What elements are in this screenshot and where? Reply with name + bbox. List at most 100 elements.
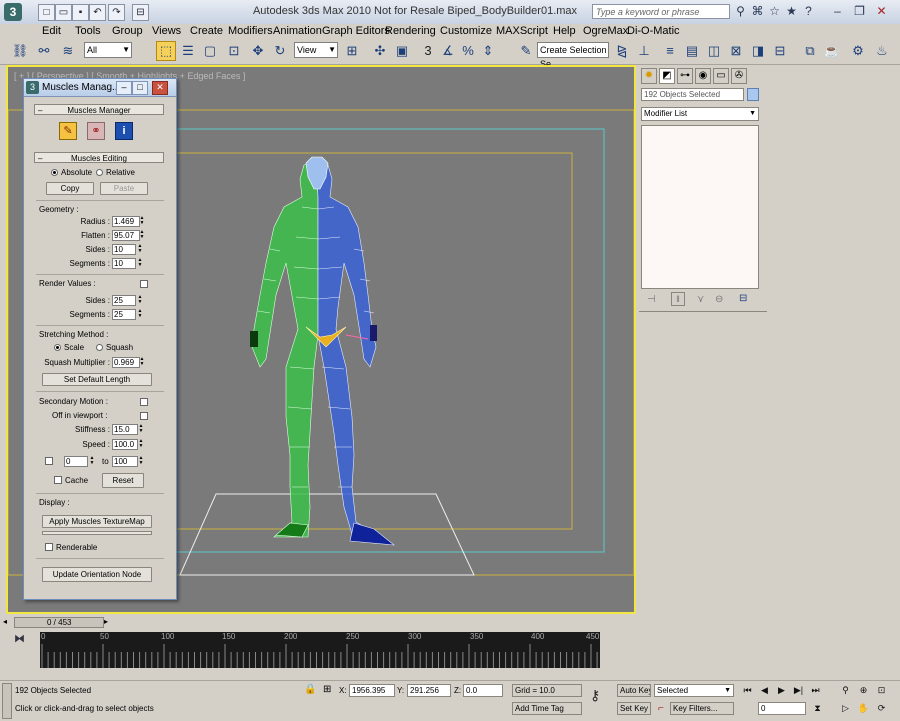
configure-modifier-sets-icon[interactable]: ⊟: [739, 293, 747, 304]
render-segments-spinner[interactable]: 25: [112, 309, 136, 320]
time-slider[interactable]: 0 / 453: [14, 617, 104, 628]
auto-key-button[interactable]: Auto Key: [617, 684, 651, 697]
project-folder-icon[interactable]: ⊟: [132, 4, 149, 21]
remove-modifier-icon[interactable]: ⊖: [715, 294, 723, 305]
menu-ogremax[interactable]: OgreMax: [583, 25, 628, 37]
render-sides-spinner[interactable]: 25: [112, 295, 136, 306]
zoom-extents-icon[interactable]: ⊡: [874, 684, 889, 697]
stiffness-spinner[interactable]: 15.0: [112, 424, 138, 435]
curve-editor-icon[interactable]: ◫: [704, 41, 724, 61]
modifier-stack-list[interactable]: [641, 125, 759, 289]
select-and-rotate-icon[interactable]: ↻: [270, 41, 290, 61]
new-file-icon[interactable]: □: [38, 4, 55, 21]
frame-range-checkbox[interactable]: [45, 457, 53, 465]
sides-spinner[interactable]: 10: [112, 244, 136, 255]
menu-rendering[interactable]: Rendering: [385, 25, 436, 37]
x-coordinate-field[interactable]: 1956.395: [349, 684, 395, 697]
spinner-snap-icon[interactable]: ⇕: [478, 41, 498, 61]
edit-named-selection-icon[interactable]: ✎: [516, 41, 536, 61]
absolute-radio[interactable]: [51, 169, 58, 176]
render-production-icon[interactable]: ⚙: [848, 41, 868, 61]
spinner-arrows-icon[interactable]: ▲ ▼: [137, 295, 143, 306]
snaps-toggle-icon[interactable]: 3: [418, 41, 438, 61]
minimize-window-icon[interactable]: –: [830, 4, 845, 19]
play-icon[interactable]: ▶: [774, 684, 789, 697]
restore-window-icon[interactable]: ❐: [852, 4, 867, 19]
spinner-arrows-icon[interactable]: ▲ ▼: [138, 439, 144, 450]
pan-view-icon[interactable]: ✋: [856, 702, 871, 715]
modify-tab-icon[interactable]: ◩: [659, 68, 675, 84]
spinner-arrows-icon[interactable]: ▲ ▼: [137, 258, 143, 269]
segments-spinner[interactable]: 10: [112, 258, 136, 269]
graphite-modeling-tools-icon[interactable]: ▤: [682, 41, 702, 61]
go-to-start-icon[interactable]: ⏮: [740, 684, 755, 697]
y-coordinate-field[interactable]: 291.256: [407, 684, 451, 697]
off-in-viewport-checkbox[interactable]: [140, 412, 148, 420]
orbit-icon[interactable]: ⟳: [874, 702, 889, 715]
layer-manager-icon[interactable]: ≡: [660, 41, 680, 61]
current-frame-field[interactable]: 0: [758, 702, 806, 715]
apply-muscles-texturemap-button[interactable]: Apply Muscles TextureMap: [42, 515, 152, 528]
menu-views[interactable]: Views: [152, 25, 181, 37]
motion-tab-icon[interactable]: ◉: [695, 68, 711, 84]
menu-maxscript[interactable]: MAXScript: [496, 25, 548, 37]
search-input[interactable]: Type a keyword or phrase: [592, 4, 730, 19]
time-slider-prev-icon[interactable]: ◂: [3, 617, 7, 626]
create-tab-icon[interactable]: ✹: [641, 68, 657, 84]
previous-frame-icon[interactable]: ◀: [757, 684, 772, 697]
spinner-arrows-icon[interactable]: ▲ ▼: [139, 216, 145, 227]
named-selection-sets-dropdown[interactable]: Create Selection Se: [537, 42, 609, 69]
muscles-panel-titlebar[interactable]: 3 Muscles Manag... – □ ✕: [24, 79, 176, 97]
select-and-manipulate-icon[interactable]: ✣: [370, 41, 390, 61]
maxscript-listener-strip[interactable]: [2, 683, 12, 719]
schematic-view-icon[interactable]: ⊠: [726, 41, 746, 61]
renderable-checkbox[interactable]: [45, 543, 53, 551]
rollout-muscles-editing[interactable]: – Muscles Editing: [34, 152, 164, 163]
render-values-checkbox[interactable]: [140, 280, 148, 288]
zoom-icon[interactable]: ⚲: [838, 684, 853, 697]
help-icon[interactable]: ?: [801, 4, 816, 19]
zoom-all-icon[interactable]: ⊕: [856, 684, 871, 697]
copy-button[interactable]: Copy: [46, 182, 94, 195]
next-frame-icon[interactable]: ▶|: [791, 684, 806, 697]
render-frame-window-icon[interactable]: ⧉: [800, 41, 820, 61]
spinner-arrows-icon[interactable]: ▲ ▼: [89, 456, 95, 467]
menu-graph-editors[interactable]: Graph Editors: [322, 25, 390, 37]
open-file-icon[interactable]: ▭: [55, 4, 72, 21]
save-file-icon[interactable]: ▪: [72, 4, 89, 21]
menu-animation[interactable]: Animation: [273, 25, 322, 37]
squash-radio[interactable]: [96, 344, 103, 351]
range-to-spinner[interactable]: 100: [112, 456, 138, 467]
key-filters-button[interactable]: Key Filters...: [670, 702, 734, 715]
show-end-result-icon[interactable]: ‖: [671, 292, 685, 306]
mirror-muscle-icon[interactable]: ⚭: [87, 122, 105, 140]
hierarchy-tab-icon[interactable]: ⊶: [677, 68, 693, 84]
redo-icon[interactable]: ↷: [108, 4, 125, 21]
pivot-center-icon[interactable]: ⊞: [342, 41, 362, 61]
squash-multiplier-spinner[interactable]: 0.969: [112, 357, 140, 368]
maximize-panel-icon[interactable]: □: [132, 81, 148, 95]
select-object-icon[interactable]: ⬚: [156, 41, 176, 61]
spinner-arrows-icon[interactable]: ▲ ▼: [139, 230, 145, 241]
select-by-name-icon[interactable]: ☰: [178, 41, 198, 61]
window-crossing-icon[interactable]: ⊡: [224, 41, 244, 61]
make-unique-icon[interactable]: ⋎: [697, 294, 704, 305]
update-orientation-node-button[interactable]: Update Orientation Node: [42, 567, 152, 582]
create-muscle-icon[interactable]: ✎: [59, 122, 77, 140]
set-default-length-button[interactable]: Set Default Length: [42, 373, 152, 386]
keyboard-shortcut-override-icon[interactable]: ▣: [392, 41, 412, 61]
pin-stack-icon[interactable]: ⊣: [647, 294, 656, 305]
select-and-link-icon[interactable]: ⛓: [10, 41, 30, 61]
render-iterative-icon[interactable]: ♨: [872, 41, 892, 61]
z-coordinate-field[interactable]: 0.0: [463, 684, 503, 697]
info-icon[interactable]: i: [115, 122, 133, 140]
add-time-tag[interactable]: Add Time Tag: [512, 702, 582, 715]
object-color-swatch[interactable]: [747, 88, 759, 101]
menu-create[interactable]: Create: [190, 25, 223, 37]
relative-radio[interactable]: [96, 169, 103, 176]
close-window-icon[interactable]: ✕: [874, 4, 889, 19]
select-and-move-icon[interactable]: ✥: [248, 41, 268, 61]
speed-spinner[interactable]: 100.0: [112, 439, 138, 450]
minimize-panel-icon[interactable]: –: [116, 81, 132, 95]
spinner-arrows-icon[interactable]: ▲ ▼: [138, 424, 144, 435]
